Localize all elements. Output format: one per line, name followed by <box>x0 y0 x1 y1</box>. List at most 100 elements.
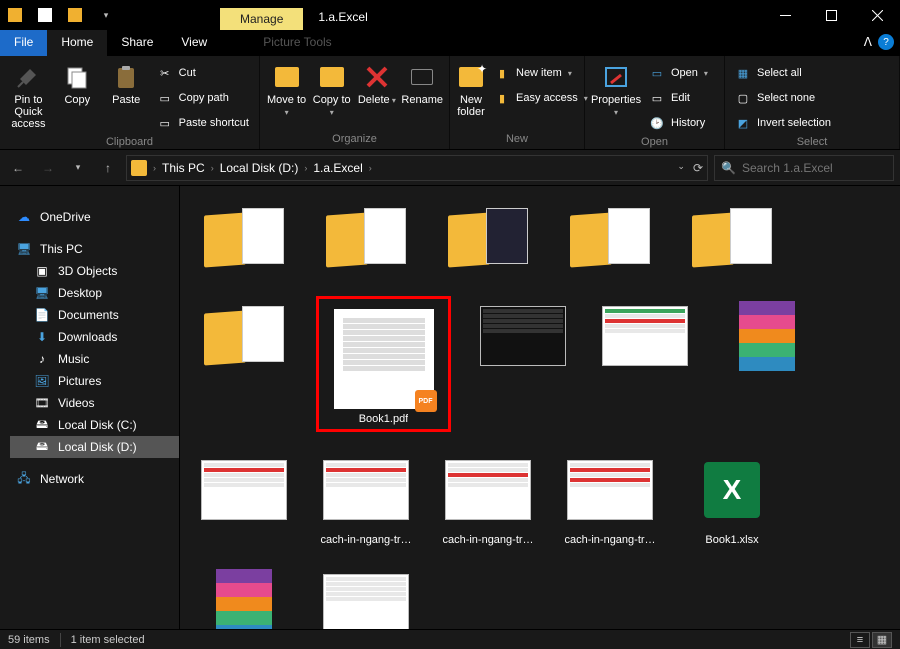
move-to-icon <box>272 62 302 92</box>
edit-button[interactable]: ▭Edit <box>645 87 712 109</box>
nav-videos[interactable]: 🎞Videos <box>10 392 179 414</box>
thumbnails-view-button[interactable]: ▦ <box>872 632 892 648</box>
file-item-book1-pdf[interactable]: PDF Book1.pdf <box>316 296 451 432</box>
folder-item[interactable] <box>194 296 294 432</box>
rename-button[interactable]: Rename <box>401 58 443 106</box>
quick-access-toolbar <box>0 0 120 30</box>
address-bar[interactable]: › This PC › Local Disk (D:) › 1.a.Excel … <box>126 155 708 181</box>
nav-onedrive[interactable]: ☁OneDrive <box>10 206 179 228</box>
context-tab-manage[interactable]: Manage <box>220 8 303 30</box>
file-list[interactable]: PDF Book1.pdf cach-in-ngang-tr… cach-in-… <box>180 186 900 631</box>
search-box[interactable]: 🔍 <box>714 155 894 181</box>
collapse-ribbon-icon[interactable]: ᐱ <box>864 35 872 49</box>
new-folder-button[interactable]: ✦ New folder <box>456 58 486 118</box>
refresh-icon[interactable]: ⟳ <box>693 161 703 175</box>
file-item[interactable] <box>194 450 294 546</box>
paste-shortcut-button[interactable]: ▭Paste shortcut <box>153 112 253 134</box>
nav-3dobjects[interactable]: ▣3D Objects <box>10 260 179 282</box>
tab-home[interactable]: Home <box>47 30 107 56</box>
cut-icon: ✂ <box>157 65 173 81</box>
address-dropdown-icon[interactable]: ⌄ <box>677 161 685 175</box>
folder-icon[interactable] <box>0 0 30 30</box>
file-item[interactable]: cach-in-ngang-tr… <box>316 450 416 546</box>
new-folder-icon: ✦ <box>456 62 486 92</box>
nav-downloads[interactable]: ⬇Downloads <box>10 326 179 348</box>
status-bar: 59 items 1 item selected ≡ ▦ <box>0 629 900 649</box>
tab-share[interactable]: Share <box>107 30 167 56</box>
file-item-book1-xlsx[interactable]: X Book1.xlsx <box>682 450 782 546</box>
recent-dropdown[interactable]: ▾ <box>66 156 90 180</box>
group-label-new: New <box>456 131 578 149</box>
search-input[interactable] <box>742 161 897 175</box>
folder-item[interactable] <box>560 198 660 278</box>
drive-icon: 🖴 <box>34 417 50 433</box>
main-area: ☁OneDrive 🖥This PC ▣3D Objects 🖥Desktop … <box>0 186 900 631</box>
file-label: Book1.pdf <box>359 413 409 425</box>
invert-selection-button[interactable]: ◩Invert selection <box>731 112 835 134</box>
nav-documents[interactable]: 📄Documents <box>10 304 179 326</box>
folder-icon-2[interactable] <box>60 0 90 30</box>
breadcrumb-drive[interactable]: Local Disk (D:) <box>220 161 299 175</box>
invert-icon: ◩ <box>735 115 751 131</box>
tab-file[interactable]: File <box>0 30 47 56</box>
nav-network[interactable]: 🖧Network <box>10 468 179 490</box>
minimize-button[interactable] <box>762 0 808 30</box>
folder-item[interactable] <box>682 198 782 278</box>
pictures-icon: 🖼 <box>34 373 50 389</box>
file-item[interactable] <box>473 296 573 432</box>
up-button[interactable]: ↑ <box>96 156 120 180</box>
file-item-rar[interactable]: cach-hien-thi-so-… <box>194 564 294 631</box>
drive-icon: 🖴 <box>34 439 50 455</box>
selected-count: 1 item selected <box>71 634 145 646</box>
file-item[interactable]: cach-in-ngang-tr… <box>438 450 538 546</box>
forward-button[interactable]: → <box>36 156 60 180</box>
history-button[interactable]: 🕑History <box>645 112 712 134</box>
maximize-button[interactable] <box>808 0 854 30</box>
tab-picture-tools[interactable]: Picture Tools <box>249 30 345 56</box>
tab-view[interactable]: View <box>167 30 221 56</box>
nav-diskd[interactable]: 🖴Local Disk (D:) <box>10 436 179 458</box>
nav-diskc[interactable]: 🖴Local Disk (C:) <box>10 414 179 436</box>
close-button[interactable] <box>854 0 900 30</box>
pin-to-quick-access-button[interactable]: Pin to Quick access <box>6 58 51 130</box>
file-item-rar[interactable] <box>717 296 817 432</box>
qat-dropdown[interactable] <box>90 0 120 30</box>
pdf-badge-icon: PDF <box>415 390 437 412</box>
history-icon: 🕑 <box>649 115 665 131</box>
folder-item[interactable] <box>438 198 538 278</box>
file-item[interactable]: cach-in-ngang-tr… <box>560 450 660 546</box>
easy-access-button[interactable]: ▮Easy access <box>490 87 592 109</box>
delete-button[interactable]: Delete <box>356 58 397 106</box>
excel-icon: X <box>704 462 760 518</box>
copy-button[interactable]: Copy <box>55 58 100 106</box>
file-item[interactable] <box>595 296 695 432</box>
folder-item[interactable] <box>194 198 294 278</box>
nav-pictures[interactable]: 🖼Pictures <box>10 370 179 392</box>
copy-to-button[interactable]: Copy to <box>311 58 352 118</box>
file-label: Book1.xlsx <box>705 534 758 546</box>
file-item[interactable]: cach-hien-thi-so-… <box>316 564 416 631</box>
back-button[interactable]: ← <box>6 156 30 180</box>
nav-music[interactable]: ♪Music <box>10 348 179 370</box>
select-all-button[interactable]: ▦Select all <box>731 62 835 84</box>
new-item-button[interactable]: ▮New item <box>490 62 592 84</box>
downloads-icon: ⬇ <box>34 329 50 345</box>
properties-button[interactable]: Properties <box>591 58 641 118</box>
breadcrumb-folder[interactable]: 1.a.Excel <box>313 161 362 175</box>
copy-path-button[interactable]: ▭Copy path <box>153 87 253 109</box>
paste-button[interactable]: Paste <box>104 58 149 106</box>
folder-item[interactable] <box>316 198 416 278</box>
ribbon-tabs: File Home Share View Picture Tools ᐱ ? <box>0 30 900 56</box>
move-to-button[interactable]: Move to <box>266 58 307 118</box>
nav-thispc[interactable]: 🖥This PC <box>10 238 179 260</box>
cut-button[interactable]: ✂Cut <box>153 62 253 84</box>
details-view-button[interactable]: ≡ <box>850 632 870 648</box>
breadcrumb-thispc[interactable]: This PC <box>162 161 205 175</box>
edit-icon: ▭ <box>649 90 665 106</box>
videos-icon: 🎞 <box>34 395 50 411</box>
select-none-button[interactable]: ▢Select none <box>731 87 835 109</box>
help-icon[interactable]: ? <box>878 34 894 50</box>
nav-desktop[interactable]: 🖥Desktop <box>10 282 179 304</box>
app-icon[interactable] <box>30 0 60 30</box>
open-button[interactable]: ▭Open <box>645 62 712 84</box>
